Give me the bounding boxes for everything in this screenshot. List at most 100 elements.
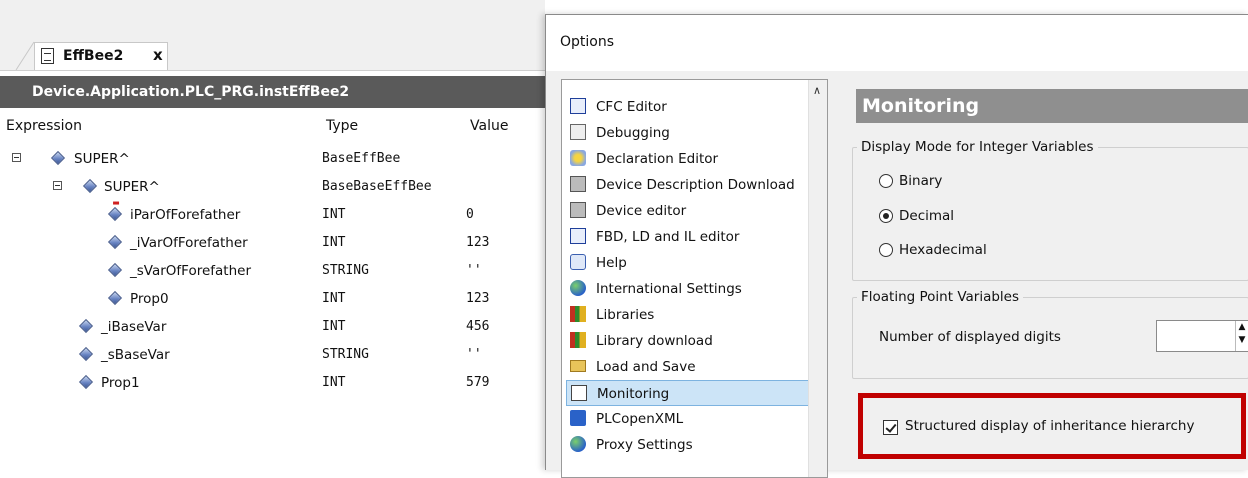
- expression-cell: SUPER^: [74, 151, 130, 167]
- expression-cell: _iVarOfForefather: [130, 235, 248, 251]
- column-header-type[interactable]: Type: [326, 118, 358, 134]
- value-cell: 0: [466, 207, 474, 222]
- category-scrollbar[interactable]: ∧: [808, 80, 827, 477]
- instance-path-bar: Device.Application.PLC_PRG.instEffBee2: [0, 76, 545, 108]
- variable-icon: [78, 346, 94, 362]
- options-dialog: Options CFC Editor Debugging Declaration…: [545, 14, 1248, 478]
- table-row[interactable]: _iBaseVar INT 456: [0, 314, 545, 340]
- type-cell: STRING: [322, 263, 369, 278]
- spinner-arrows-icon[interactable]: ▲ ▼: [1235, 321, 1248, 351]
- category-declaration-editor[interactable]: Declaration Editor: [566, 146, 811, 172]
- value-cell: '': [466, 347, 482, 362]
- value-cell: '': [466, 263, 482, 278]
- help-icon: [570, 254, 586, 270]
- top-strip: [0, 0, 545, 36]
- type-cell: BaseEffBee: [322, 151, 401, 166]
- category-load-and-save[interactable]: Load and Save: [566, 354, 811, 380]
- type-cell: BaseBaseEffBee: [322, 179, 432, 194]
- category-proxy-settings[interactable]: Proxy Settings: [566, 432, 811, 458]
- variable-icon: [50, 150, 66, 166]
- library-download-icon: [570, 332, 586, 348]
- tab-edge: [15, 41, 35, 70]
- structured-display-checkbox[interactable]: [883, 420, 898, 435]
- tab-bar: EffBee2 x: [0, 36, 545, 71]
- structured-display-label[interactable]: Structured display of inheritance hierar…: [905, 418, 1194, 434]
- dialog-body: CFC Editor Debugging Declaration Editor …: [546, 71, 1248, 478]
- category-international-settings[interactable]: International Settings: [566, 276, 811, 302]
- table-row[interactable]: Prop0 INT 123: [0, 286, 545, 312]
- input-variable-icon: [107, 206, 123, 222]
- radio-circle[interactable]: [879, 174, 893, 188]
- category-device-description-download[interactable]: Device Description Download: [566, 172, 811, 198]
- tab-effbee2[interactable]: EffBee2 x: [34, 42, 168, 70]
- category-plcopenxml[interactable]: PLCopenXML: [566, 406, 811, 432]
- radio-circle[interactable]: [879, 243, 893, 257]
- radio-circle[interactable]: [879, 209, 893, 223]
- fbd-icon: [570, 228, 586, 244]
- table-row[interactable]: Prop1 INT 579: [0, 370, 545, 396]
- collapse-icon[interactable]: [53, 181, 62, 190]
- digits-spinner[interactable]: ▲ ▼: [1156, 320, 1248, 352]
- category-fbd-ld-il-editor[interactable]: FBD, LD and IL editor: [566, 224, 811, 250]
- table-row[interactable]: SUPER^ BaseBaseEffBee: [0, 174, 545, 200]
- type-cell: INT: [322, 375, 346, 390]
- dialog-title: Options: [560, 34, 615, 50]
- type-cell: STRING: [322, 347, 369, 362]
- table-row[interactable]: SUPER^ BaseEffBee: [0, 146, 545, 172]
- category-debugging[interactable]: Debugging: [566, 120, 811, 146]
- column-header-value[interactable]: Value: [470, 118, 508, 134]
- type-cell: INT: [322, 207, 346, 222]
- group-label: Display Mode for Integer Variables: [857, 139, 1098, 155]
- globe-icon: [570, 280, 586, 296]
- expression-cell: Prop0: [130, 291, 169, 307]
- group-label: Floating Point Variables: [857, 289, 1024, 305]
- debug-icon: [570, 124, 586, 140]
- device-editor-icon: [570, 202, 586, 218]
- expression-cell: SUPER^: [104, 179, 160, 195]
- category-library-download[interactable]: Library download: [566, 328, 811, 354]
- type-cell: INT: [322, 319, 346, 334]
- scroll-up-icon[interactable]: ∧: [813, 84, 821, 97]
- table-row[interactable]: _iVarOfForefather INT 123: [0, 230, 545, 256]
- collapse-icon[interactable]: [12, 153, 21, 162]
- table-row[interactable]: iParOfForefather INT 0: [0, 202, 545, 228]
- integer-display-group: Display Mode for Integer Variables Binar…: [852, 139, 1248, 281]
- variable-icon: [78, 318, 94, 334]
- expression-cell: iParOfForefather: [130, 207, 241, 223]
- category-list[interactable]: CFC Editor Debugging Declaration Editor …: [561, 79, 828, 478]
- category-libraries[interactable]: Libraries: [566, 302, 811, 328]
- category-monitoring[interactable]: Monitoring: [566, 380, 811, 406]
- monitoring-icon: [571, 385, 587, 401]
- type-cell: INT: [322, 235, 346, 250]
- variable-icon: [107, 234, 123, 250]
- value-cell: 123: [466, 235, 490, 250]
- value-cell: 579: [466, 375, 490, 390]
- document-icon: [41, 48, 54, 64]
- variable-icon: [107, 262, 123, 278]
- expression-cell: _iBaseVar: [101, 319, 167, 335]
- folder-icon: [570, 360, 586, 372]
- property-icon: [107, 290, 123, 306]
- watch-window: EffBee2 x Device.Application.PLC_PRG.ins…: [0, 0, 545, 469]
- library-icon: [570, 306, 586, 322]
- property-icon: [78, 374, 94, 390]
- category-cfc-editor[interactable]: CFC Editor: [566, 94, 811, 120]
- declaration-icon: [570, 150, 586, 166]
- cfc-icon: [570, 98, 586, 114]
- column-header-expression[interactable]: Expression: [6, 118, 82, 134]
- settings-pane: Monitoring Display Mode for Integer Vari…: [842, 79, 1248, 478]
- table-row[interactable]: _sBaseVar STRING '': [0, 342, 545, 368]
- pane-title: Monitoring: [856, 89, 1248, 123]
- proxy-icon: [570, 436, 586, 452]
- device-download-icon: [570, 176, 586, 192]
- value-cell: 123: [466, 291, 490, 306]
- close-icon[interactable]: x: [153, 46, 163, 64]
- category-device-editor[interactable]: Device editor: [566, 198, 811, 224]
- expression-cell: Prop1: [101, 375, 140, 391]
- value-cell: 456: [466, 319, 490, 334]
- table-row[interactable]: _sVarOfForefather STRING '': [0, 258, 545, 284]
- digits-label: Number of displayed digits: [879, 329, 1061, 345]
- type-cell: INT: [322, 291, 346, 306]
- xml-icon: [570, 410, 586, 426]
- category-help[interactable]: Help: [566, 250, 811, 276]
